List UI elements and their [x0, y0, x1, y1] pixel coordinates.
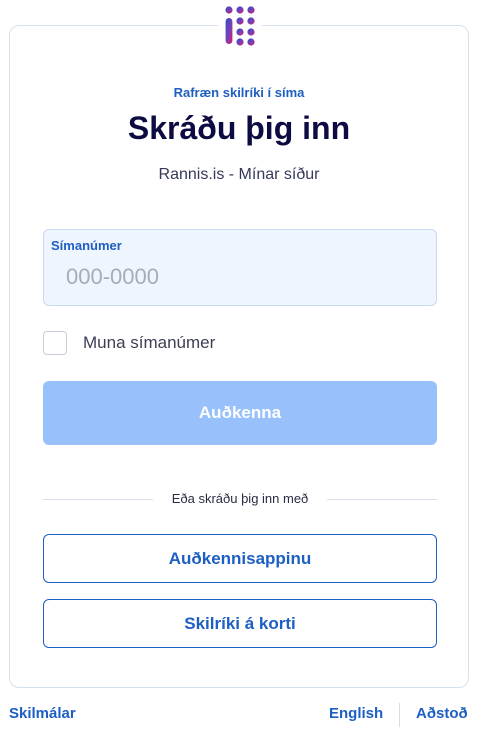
language-english-link[interactable]: English: [329, 705, 383, 722]
remember-phone-label[interactable]: Muna símanúmer: [83, 333, 215, 353]
authenticate-button[interactable]: Auðkenna: [43, 381, 437, 445]
service-name: Rannis.is - Mínar síður: [158, 166, 320, 183]
terms-link[interactable]: Skilmálar: [9, 705, 76, 722]
alternatives-divider: Eða skráðu þig inn með: [43, 491, 437, 507]
phone-field-label: Símanúmer: [51, 238, 122, 253]
logo-icon: [218, 4, 262, 48]
auth-method-label: Rafræn skilríki í síma: [173, 85, 305, 100]
phone-field[interactable]: Símanúmer: [43, 229, 437, 306]
help-link[interactable]: Aðstoð: [416, 705, 468, 722]
page-title: Skráðu þig inn: [127, 110, 351, 146]
remember-phone-checkbox[interactable]: [43, 331, 67, 355]
divider-line-right: [327, 499, 437, 500]
phone-input[interactable]: [66, 262, 406, 292]
remember-phone-row[interactable]: Muna símanúmer: [43, 331, 215, 355]
card-id-button[interactable]: Skilríki á korti: [43, 599, 437, 648]
footer-separator: [399, 703, 400, 727]
auth-app-button[interactable]: Auðkennisappinu: [43, 534, 437, 583]
dot-grid-logo-icon: [225, 6, 255, 46]
login-card: Rafræn skilríki í síma Skráðu þig inn Ra…: [9, 25, 469, 688]
